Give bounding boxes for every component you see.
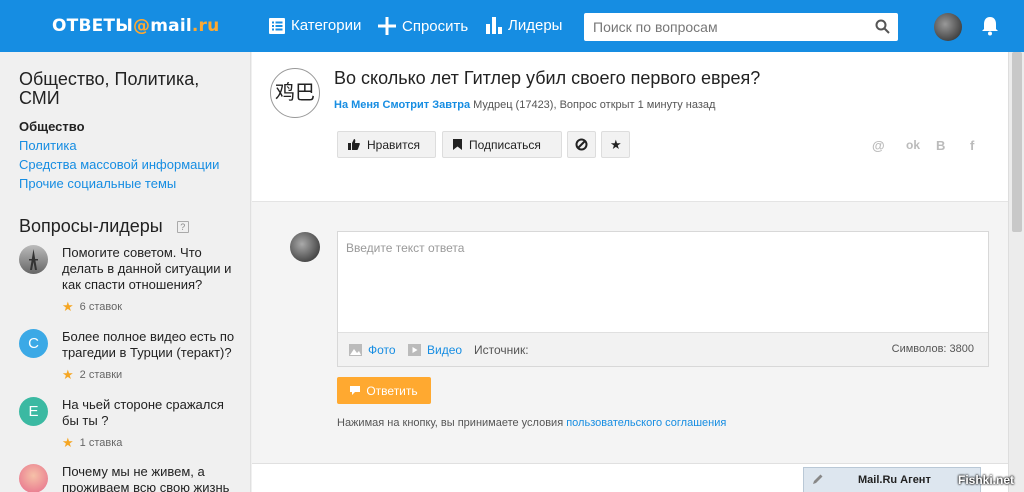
category-title: Общество, Политика, СМИ [19, 69, 200, 108]
sidebar-link-politics[interactable]: Политика [19, 136, 219, 155]
bar-chart-icon [486, 17, 502, 34]
current-user-avatar [290, 232, 320, 262]
subscribe-label: Подписаться [469, 137, 541, 152]
author-link[interactable]: На Меня Смотрит Завтра [334, 99, 470, 111]
sidebar-link-society[interactable]: Общество [19, 117, 219, 136]
share-ok-icon[interactable]: ok [906, 138, 920, 152]
nav-categories-label: Категории [291, 17, 362, 34]
leader-avatar[interactable] [19, 464, 48, 492]
sidebar: Общество, Политика, СМИ Общество Политик… [0, 52, 251, 492]
terms-text: Нажимая на кнопку, вы принимаете условия [337, 417, 567, 429]
logo-at: @ [133, 16, 151, 36]
add-photo-button[interactable]: Фото [349, 343, 396, 357]
star-icon: ★ [610, 136, 622, 152]
reply-label: Ответить [366, 383, 418, 398]
leader-question[interactable]: Почему мы не живем, а проживаем всю свою… [62, 464, 244, 492]
source-field[interactable]: Источник: [474, 343, 529, 357]
leader-stakes: ★ 6 ставок [62, 299, 122, 315]
leader-question[interactable]: Более полное видео есть по трагедии в Ту… [62, 329, 244, 361]
leaders-title: Вопросы-лидеры ? [19, 216, 189, 237]
author-avatar[interactable]: 鸡巴 [270, 68, 320, 118]
logo-dot: .ru [191, 16, 220, 36]
leader-stakes-count: 6 ставок [79, 301, 123, 313]
leader-item[interactable]: Е На чьей стороне сражался бы ты ? ★ 1 с… [19, 397, 244, 457]
leader-avatar[interactable] [19, 245, 48, 274]
star-icon: ★ [62, 299, 74, 314]
favorite-button[interactable]: ★ [601, 131, 630, 158]
logo[interactable]: ОТВЕТЫ@mail.ru [52, 16, 219, 36]
leader-question[interactable]: Помогите советом. Что делать в данной си… [62, 245, 244, 293]
reply-icon [350, 385, 361, 395]
nav-ask[interactable]: Спросить [378, 17, 468, 35]
block-icon [575, 138, 588, 151]
leader-stakes: ★ 1 ставка [62, 435, 122, 451]
scrollbar[interactable] [1008, 52, 1024, 492]
logo-text-left: ОТВЕТЫ [52, 16, 134, 36]
leader-question[interactable]: На чьей стороне сражался бы ты ? [62, 397, 244, 429]
nav-leaders[interactable]: Лидеры [486, 17, 562, 34]
like-button[interactable]: Нравится [337, 131, 436, 158]
category-links: Общество Политика Средства массовой инфо… [19, 117, 219, 193]
terms-note: Нажимая на кнопку, вы принимаете условия… [337, 417, 726, 429]
char-counter: Символов: 3800 [891, 343, 974, 355]
help-icon[interactable]: ? [176, 220, 189, 233]
eiffel-tower-icon [29, 249, 38, 270]
answer-input[interactable] [338, 232, 988, 332]
block-button[interactable] [567, 131, 596, 158]
mail-agent-bar[interactable]: Mail.Ru Агент [803, 467, 981, 492]
search-input[interactable] [584, 13, 864, 41]
scrollbar-thumb[interactable] [1012, 52, 1022, 232]
reply-button[interactable]: Ответить [337, 377, 431, 404]
leader-stakes: ★ 2 ставки [62, 367, 122, 383]
share-facebook-icon[interactable]: f [970, 138, 974, 153]
answer-toolbar: Фото Видео Источник: Символов: 3800 [338, 332, 988, 366]
nav-categories[interactable]: Категории [269, 17, 361, 34]
pencil-icon [813, 474, 823, 484]
terms-link[interactable]: пользовательского соглашения [566, 417, 726, 429]
question-meta: На Меня Смотрит Завтра Мудрец (17423), В… [334, 99, 715, 111]
leader-avatar[interactable]: С [19, 329, 48, 358]
star-icon: ★ [62, 435, 74, 450]
search-icon[interactable] [875, 19, 890, 34]
leader-avatar[interactable]: Е [19, 397, 48, 426]
plus-icon [378, 17, 396, 35]
watermark: Fishki.net [958, 473, 1015, 487]
leader-item[interactable]: С Более полное видео есть по трагедии в … [19, 329, 244, 389]
answer-section: Фото Видео Источник: Символов: 3800 Отве… [252, 202, 1008, 464]
question-meta-text: Мудрец (17423), Вопрос открыт 1 минуту н… [470, 99, 716, 111]
search-box [584, 13, 898, 41]
photo-label: Фото [368, 343, 396, 357]
leader-item[interactable]: Почему мы не живем, а проживаем всю свою… [19, 464, 244, 492]
video-icon [408, 344, 421, 356]
logo-mail: mail [150, 16, 192, 36]
question-card: 鸡巴 Во сколько лет Гитлер убил своего пер… [252, 52, 1008, 202]
mail-agent-label: Mail.Ru Агент [858, 474, 931, 486]
leader-item[interactable]: Помогите советом. Что делать в данной си… [19, 245, 244, 317]
main-content: 鸡巴 Во сколько лет Гитлер убил своего пер… [252, 52, 1008, 492]
leader-stakes-count: 1 ставка [79, 437, 123, 449]
nav-leaders-label: Лидеры [508, 17, 563, 34]
leader-stakes-count: 2 ставки [79, 369, 123, 381]
share-vk-icon[interactable]: В [936, 138, 945, 153]
like-label: Нравится [367, 137, 420, 152]
top-header: ОТВЕТЫ@mail.ru Категории Спросить Лидеры [0, 0, 1024, 52]
star-icon: ★ [62, 367, 74, 382]
share-mail-icon[interactable]: @ [872, 138, 885, 153]
subscribe-button[interactable]: Подписаться [442, 131, 562, 158]
sidebar-link-media[interactable]: Средства массовой информации [19, 155, 219, 174]
list-icon [269, 17, 285, 34]
question-title: Во сколько лет Гитлер убил своего первог… [334, 68, 761, 88]
photo-icon [349, 344, 362, 356]
bell-icon[interactable] [981, 16, 999, 36]
add-video-button[interactable]: Видео [408, 343, 462, 357]
sidebar-link-other-social[interactable]: Прочие социальные темы [19, 174, 219, 193]
bookmark-icon [453, 139, 462, 150]
nav-ask-label: Спросить [402, 17, 469, 35]
answer-box: Фото Видео Источник: Символов: 3800 [337, 231, 989, 367]
user-avatar[interactable] [934, 13, 962, 41]
thumbs-up-icon [348, 139, 360, 150]
video-label: Видео [427, 343, 463, 357]
leaders-title-text: Вопросы-лидеры [19, 216, 163, 236]
